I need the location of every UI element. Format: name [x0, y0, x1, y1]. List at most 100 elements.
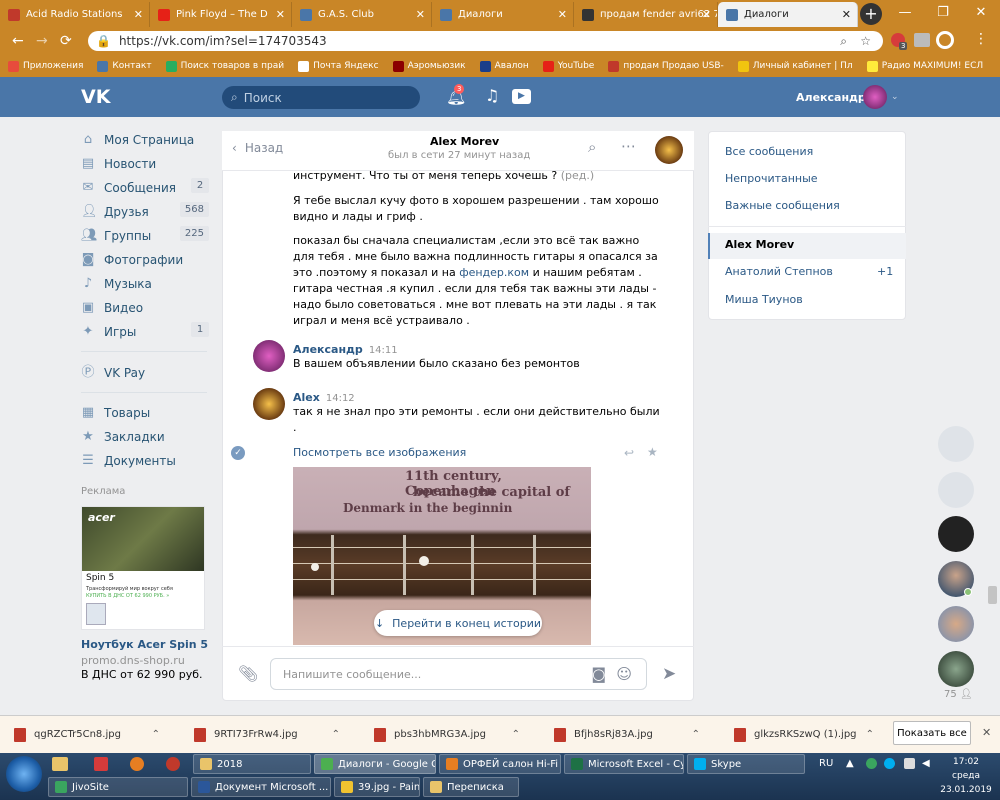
sidebar-item-my-page[interactable]: ⌂ Моя Страница: [81, 131, 211, 149]
scrollbar-thumb[interactable]: [988, 586, 997, 604]
chevron-up-icon[interactable]: ⌃: [332, 729, 340, 740]
taskbar-item[interactable]: JivoSite: [48, 777, 188, 797]
user-name[interactable]: Александр: [796, 91, 866, 104]
dog-avatar-icon[interactable]: [938, 472, 974, 508]
window-close-icon[interactable]: ✕: [962, 2, 1000, 24]
smile-icon[interactable]: ☺: [616, 665, 632, 683]
language-indicator[interactable]: RU: [819, 758, 833, 769]
avatar[interactable]: [253, 388, 285, 420]
music-icon[interactable]: ♫: [485, 86, 499, 105]
sidebar-item-bookmarks[interactable]: ★ Закладки: [81, 428, 211, 446]
bookmark-item[interactable]: Почта Яндекс: [298, 60, 379, 72]
attach-icon[interactable]: 📎︎: [238, 664, 258, 683]
message-author[interactable]: Alex: [293, 391, 320, 404]
filter-important[interactable]: Важные сообщения: [725, 199, 840, 212]
bookmark-item[interactable]: Аэромьюзик: [392, 60, 466, 72]
browser-tab[interactable]: Acid Radio Stations ✕: [0, 2, 150, 27]
sidebar-item-shop[interactable]: ▦ Товары: [81, 404, 211, 422]
ad-image[interactable]: acer Spin 5 Трансформируй мир вокруг себ…: [81, 506, 205, 630]
browser-tab[interactable]: G.A.S. Club ✕: [292, 2, 432, 27]
filter-unread[interactable]: Непрочитанные: [725, 172, 818, 185]
sidebar-item-friends[interactable]: 👤︎ Друзья 568: [81, 202, 211, 221]
avatar[interactable]: [938, 651, 974, 687]
bookmark-item[interactable]: Личный кабинет | Пл: [737, 60, 853, 72]
close-icon[interactable]: ✕: [842, 8, 851, 21]
fender-link[interactable]: фендер.ком: [459, 266, 529, 279]
avatar[interactable]: [863, 85, 887, 109]
download-item[interactable]: Bfjh8sRj83A.jpg ⌃: [540, 727, 720, 742]
close-icon[interactable]: ✕: [134, 8, 143, 21]
search-icon[interactable]: ⌕: [588, 138, 596, 156]
bookmark-apps[interactable]: Приложения: [8, 60, 83, 72]
contact-avatar[interactable]: [655, 136, 683, 164]
close-icon[interactable]: ✕: [276, 8, 285, 21]
bookmark-item[interactable]: YouTube: [542, 60, 594, 72]
scroll-to-end-button[interactable]: ↓ Перейти в конец истории: [374, 610, 542, 636]
taskbar-item[interactable]: 39.jpg - Paint: [334, 777, 420, 797]
back-button[interactable]: ‹ Назад: [232, 141, 283, 155]
sidebar-item-music[interactable]: ♪ Музыка: [81, 275, 211, 293]
tray-arrow-icon[interactable]: ▲: [846, 758, 854, 769]
volume-icon[interactable]: ◀: [922, 758, 930, 769]
send-icon[interactable]: ➤: [662, 664, 676, 684]
browser-tab[interactable]: Диалоги ✕: [432, 2, 574, 27]
chevron-down-icon[interactable]: ⌄: [891, 92, 899, 102]
chevron-up-icon[interactable]: ⌃: [152, 729, 160, 740]
back-icon[interactable]: ←: [12, 33, 24, 49]
taskbar-item[interactable]: 2018: [193, 754, 311, 774]
show-all-downloads-button[interactable]: Показать все: [893, 721, 971, 745]
play-icon[interactable]: ▶: [512, 89, 531, 104]
sidebar-item-photos[interactable]: ◙ Фотографии: [81, 251, 211, 269]
browser-tab-active[interactable]: Диалоги ✕: [718, 2, 858, 27]
bookmark-item[interactable]: продам Продаю USB-: [608, 60, 724, 72]
clock[interactable]: 17:02 среда 23.01.2019: [936, 755, 996, 797]
bookmark-star-icon[interactable]: ☆: [860, 34, 871, 48]
taskbar-item[interactable]: Документ Microsoft ...: [191, 777, 331, 797]
adblock-icon[interactable]: [914, 33, 930, 47]
taskbar-item[interactable]: Skype: [687, 754, 805, 774]
check-icon[interactable]: ✓: [231, 446, 245, 460]
download-item[interactable]: pbs3hbMRG3A.jpg ⌃: [360, 727, 540, 742]
filter-all-messages[interactable]: Все сообщения: [725, 145, 813, 158]
vk-logo[interactable]: VK: [81, 86, 110, 108]
sidebar-item-vkpay[interactable]: Ⓟ VK Pay: [81, 364, 211, 382]
view-all-images-link[interactable]: Посмотреть все изображения: [293, 446, 466, 459]
network-icon[interactable]: [904, 758, 915, 769]
star-icon[interactable]: ★: [647, 445, 658, 459]
message-input[interactable]: Напишите сообщение... ◙ ☺: [270, 658, 647, 690]
bookmark-item[interactable]: Поиск товаров в прай: [165, 60, 284, 72]
dialog-name[interactable]: Анатолий Степнов: [725, 265, 833, 278]
reload-icon[interactable]: ⟳: [60, 33, 72, 49]
camera-icon[interactable]: ◙: [591, 665, 606, 683]
taskbar-item[interactable]: ОРФЕЙ салон Hi-Fi ...: [439, 754, 561, 774]
sidebar-item-games[interactable]: ✦ Игры 1: [81, 322, 211, 341]
chevron-up-icon[interactable]: ⌃: [512, 729, 520, 740]
sidebar-item-documents[interactable]: ☰ Документы: [81, 452, 211, 470]
tray-icon[interactable]: [866, 758, 877, 769]
ad-domain[interactable]: promo.dns-shop.ru: [81, 654, 185, 667]
sidebar-item-messages[interactable]: ✉ Сообщения 2: [81, 178, 211, 197]
new-tab-button[interactable]: +: [860, 3, 882, 25]
sidebar-item-news[interactable]: ▤ Новости: [81, 155, 211, 173]
chevron-up-icon[interactable]: ⌃: [692, 729, 700, 740]
avatar[interactable]: [938, 516, 974, 552]
bookmark-item[interactable]: Контакт: [97, 60, 152, 72]
browser-tab[interactable]: продам fender avri62 7 ✕: [574, 2, 718, 27]
close-icon[interactable]: ✕: [982, 726, 991, 739]
more-icon[interactable]: ⋯: [621, 137, 636, 155]
app-icon[interactable]: [94, 757, 108, 771]
download-item[interactable]: glkzsRKSzwQ (1).jpg ⌃: [720, 727, 880, 742]
contact-name[interactable]: Alex Morev: [430, 135, 499, 148]
address-bar[interactable]: 🔒 https://vk.com/im?sel=174703543 ⌕ ☆: [88, 31, 883, 51]
message-author[interactable]: Александр: [293, 343, 363, 356]
chrome-icon[interactable]: [936, 31, 954, 49]
close-icon[interactable]: ✕: [416, 8, 425, 21]
bookmark-item[interactable]: Авалон: [479, 60, 529, 72]
folder-icon[interactable]: [52, 757, 68, 771]
dialog-name[interactable]: Миша Тиунов: [725, 293, 803, 306]
avatar[interactable]: [938, 606, 974, 642]
skype-tray-icon[interactable]: [884, 758, 895, 769]
download-item[interactable]: qgRZCTr5Cn8.jpg ⌃: [0, 727, 180, 742]
app-icon[interactable]: [130, 757, 144, 771]
chevron-up-icon[interactable]: ⌃: [866, 729, 874, 740]
